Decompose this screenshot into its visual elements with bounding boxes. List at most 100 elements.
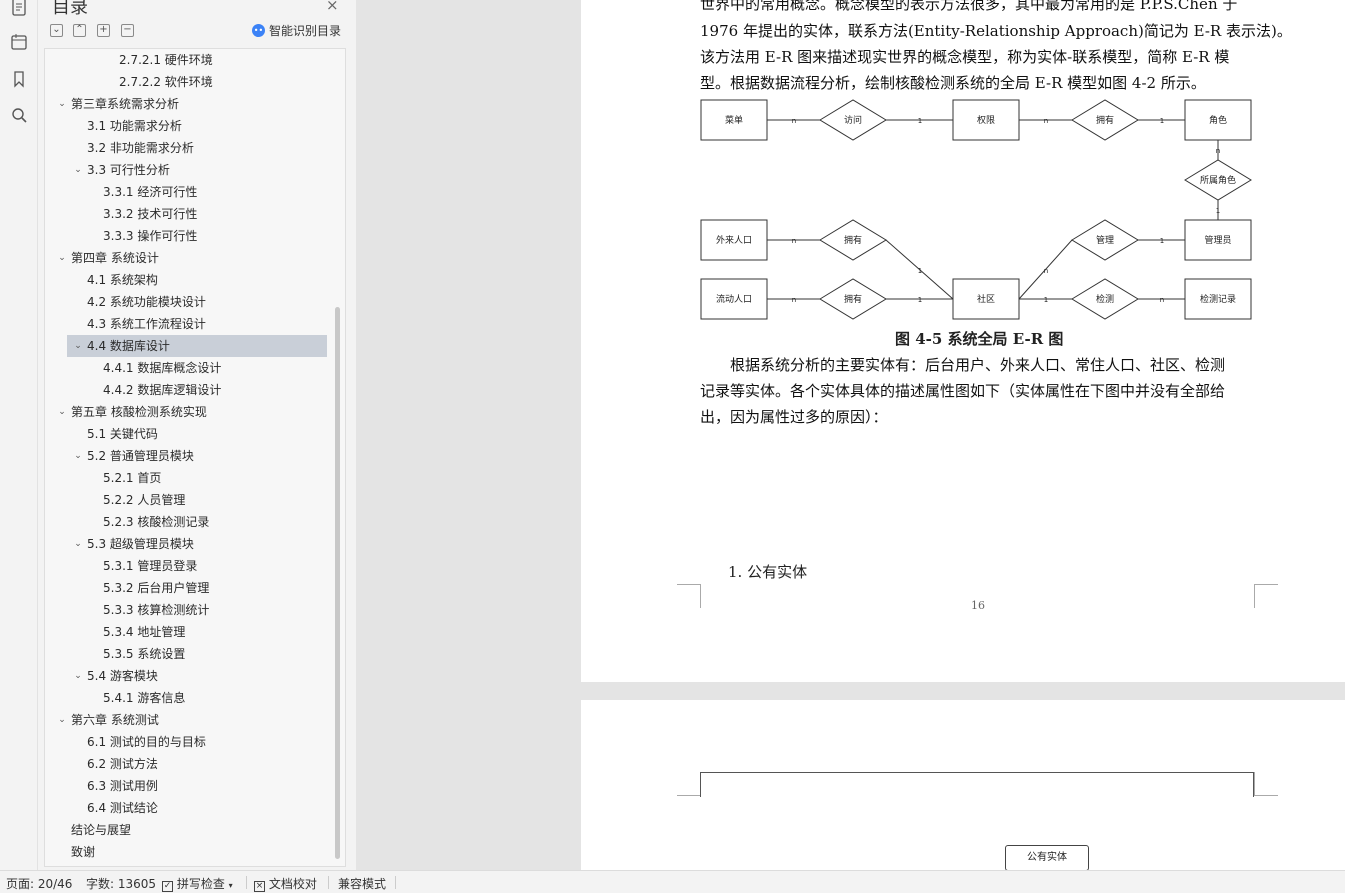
er-card: 1 bbox=[918, 296, 922, 304]
toc-item[interactable]: 致谢 bbox=[45, 841, 335, 863]
smart-toc-icon: •• bbox=[252, 24, 265, 37]
page-corner-mark bbox=[677, 584, 701, 608]
toc-title: 目录 bbox=[52, 0, 88, 18]
toc-item[interactable]: 6.3 测试用例 bbox=[45, 775, 335, 797]
page-indicator[interactable]: 页面: 20/46 bbox=[6, 875, 72, 892]
toc-item-label: 3.3.2 技术可行性 bbox=[103, 207, 198, 221]
toc-item[interactable]: ⌄ 3.3 可行性分析 bbox=[45, 159, 335, 181]
paragraph-line: 该方法用 E-R 图来描述现实世界的概念模型，称为实体-联系模型，简称 E-R … bbox=[700, 48, 1230, 66]
paragraph-line: 世界中的常用概念。概念模型的表示方法很多，其中最为常用的是 P.P.S.Chen… bbox=[700, 0, 1238, 13]
er-card: 1 bbox=[1044, 296, 1048, 304]
toc-item[interactable]: 5.1 关键代码 bbox=[45, 423, 335, 445]
toc-item-label: 5.4.1 游客信息 bbox=[103, 691, 186, 705]
chevron-down-icon[interactable]: ⌄ bbox=[57, 93, 67, 115]
toc-item-label: 6.4 测试结论 bbox=[87, 801, 158, 815]
toc-item-label: 2.7.2.2 软件环境 bbox=[119, 75, 213, 89]
toc-item-label: 结论与展望 bbox=[71, 823, 132, 837]
chevron-down-icon[interactable]: ⌄ bbox=[73, 445, 83, 467]
chevron-down-icon[interactable]: ⌄ bbox=[57, 401, 67, 423]
chevron-down-icon[interactable]: ⌄ bbox=[73, 159, 83, 181]
toc-item[interactable]: ⌄ 第三章系统需求分析 bbox=[45, 93, 335, 115]
chevron-down-icon[interactable]: ⌄ bbox=[73, 665, 83, 687]
chevron-down-icon[interactable]: ⌄ bbox=[73, 335, 83, 357]
smart-toc-button[interactable]: •• 智能识别目录 bbox=[252, 22, 341, 39]
toc-item[interactable]: 4.3 系统工作流程设计 bbox=[45, 313, 335, 335]
toc-item[interactable]: 3.1 功能需求分析 bbox=[45, 115, 335, 137]
search-icon[interactable] bbox=[8, 104, 30, 126]
word-count[interactable]: 字数: 13605 bbox=[86, 875, 156, 892]
toc-item[interactable]: 2.7.2.1 硬件环境 bbox=[45, 49, 335, 71]
toc-item[interactable]: 5.2.3 核酸检测记录 bbox=[45, 511, 335, 533]
er-card: 1 bbox=[918, 267, 922, 275]
er-relation-label: 拥有 bbox=[1096, 114, 1114, 126]
table-frame bbox=[700, 772, 1254, 797]
toc-item-label: 5.3.5 系统设置 bbox=[103, 647, 186, 661]
toc-item-label: 5.3.3 核算检测统计 bbox=[103, 603, 210, 617]
er-card: n bbox=[1044, 267, 1048, 275]
er-card: 1 bbox=[1160, 117, 1164, 125]
toc-item[interactable]: 5.3.1 管理员登录 bbox=[45, 555, 335, 577]
chevron-down-icon[interactable]: ⌄ bbox=[57, 709, 67, 731]
toc-item[interactable]: 3.3.1 经济可行性 bbox=[45, 181, 335, 203]
toc-item[interactable]: 5.3.4 地址管理 bbox=[45, 621, 335, 643]
remove-heading-icon[interactable]: − bbox=[121, 24, 134, 37]
er-entity-label: 权限 bbox=[977, 114, 995, 126]
toc-item[interactable]: ⌄ 4.4 数据库设计 bbox=[67, 335, 327, 357]
er-entity-label: 管理员 bbox=[1204, 234, 1231, 246]
proofread-button[interactable]: × 文档校对 bbox=[254, 875, 317, 892]
toc-item[interactable]: 3.3.3 操作可行性 bbox=[45, 225, 335, 247]
paragraph-line: 根据系统分析的主要实体有：后台用户、外来人口、常住人口、社区、检测 bbox=[700, 356, 1226, 374]
add-heading-icon[interactable]: + bbox=[97, 24, 110, 37]
toc-item-label: 第六章 系统测试 bbox=[71, 713, 159, 727]
er-relation-label: 管理 bbox=[1096, 234, 1114, 246]
toc-item[interactable]: 4.2 系统功能模块设计 bbox=[45, 291, 335, 313]
er-card: 1 bbox=[918, 117, 922, 125]
toc-item[interactable]: ⌄ 第四章 系统设计 bbox=[45, 247, 335, 269]
toc-item-label: 第三章系统需求分析 bbox=[71, 97, 180, 111]
toc-item[interactable]: 结论与展望 bbox=[45, 819, 335, 841]
toc-item[interactable]: 3.2 非功能需求分析 bbox=[45, 137, 335, 159]
er-card: n bbox=[792, 237, 796, 245]
toc-item[interactable]: 6.2 测试方法 bbox=[45, 753, 335, 775]
toc-item[interactable]: ⌄ 第五章 核酸检测系统实现 bbox=[45, 401, 335, 423]
toc-item[interactable]: 3.3.2 技术可行性 bbox=[45, 203, 335, 225]
toc-scrollbar[interactable] bbox=[335, 307, 340, 859]
chevron-down-icon[interactable]: ⌄ bbox=[73, 533, 83, 555]
toc-item[interactable]: ⌄ 5.3 超级管理员模块 bbox=[45, 533, 335, 555]
expand-up-icon[interactable]: ⌃ bbox=[73, 24, 86, 37]
close-icon[interactable]: × bbox=[326, 0, 339, 14]
bookmark-icon[interactable] bbox=[8, 68, 30, 90]
toc-item-label: 4.4.1 数据库概念设计 bbox=[103, 361, 222, 375]
toc-item[interactable]: 6.4 测试结论 bbox=[45, 797, 335, 819]
document-icon[interactable] bbox=[8, 0, 30, 18]
toc-item[interactable]: 4.1 系统架构 bbox=[45, 269, 335, 291]
toc-item[interactable]: 5.2.2 人员管理 bbox=[45, 489, 335, 511]
collapse-all-icon[interactable]: ⌄ bbox=[50, 24, 63, 37]
outline-icon[interactable] bbox=[8, 31, 30, 53]
toc-item[interactable]: 2.7.2.2 软件环境 bbox=[45, 71, 335, 93]
paragraph-line: 出，因为属性过多的原因）： bbox=[700, 408, 888, 426]
toc-item[interactable]: 5.2.1 首页 bbox=[45, 467, 335, 489]
toc-item[interactable]: ⌄ 5.2 普通管理员模块 bbox=[45, 445, 335, 467]
spell-check-button[interactable]: ✓ 拼写检查 ▾ bbox=[162, 875, 233, 892]
divider bbox=[395, 876, 396, 889]
toc-item-label: 第五章 核酸检测系统实现 bbox=[71, 405, 207, 419]
toc-item[interactable]: 4.4.1 数据库概念设计 bbox=[45, 357, 335, 379]
er-entity-label: 菜单 bbox=[725, 114, 743, 126]
toc-item-label: 3.3 可行性分析 bbox=[87, 163, 170, 177]
toc-item-label: 2.7.2.1 硬件环境 bbox=[119, 53, 213, 67]
toc-item[interactable]: 5.3.2 后台用户管理 bbox=[45, 577, 335, 599]
toc-item[interactable]: 4.4.2 数据库逻辑设计 bbox=[45, 379, 335, 401]
toc-item[interactable]: 5.3.5 系统设置 bbox=[45, 643, 335, 665]
er-entity-label: 社区 bbox=[977, 293, 995, 305]
document-page: 公有实体 bbox=[581, 700, 1345, 870]
toc-item[interactable]: 6.1 测试的目的与目标 bbox=[45, 731, 335, 753]
spell-check-label: 拼写检查 bbox=[176, 877, 225, 891]
chevron-down-icon[interactable]: ⌄ bbox=[57, 247, 67, 269]
toc-item[interactable]: 5.4.1 游客信息 bbox=[45, 687, 335, 709]
toc-item[interactable]: ⌄ 第六章 系统测试 bbox=[45, 709, 335, 731]
toc-item-label: 5.3.1 管理员登录 bbox=[103, 559, 198, 573]
toc-item[interactable]: ⌄ 5.4 游客模块 bbox=[45, 665, 335, 687]
toc-item[interactable]: 5.3.3 核算检测统计 bbox=[45, 599, 335, 621]
paragraph-line: 记录等实体。各个实体具体的描述属性图如下（实体属性在下图中并没有全部给 bbox=[700, 382, 1226, 400]
